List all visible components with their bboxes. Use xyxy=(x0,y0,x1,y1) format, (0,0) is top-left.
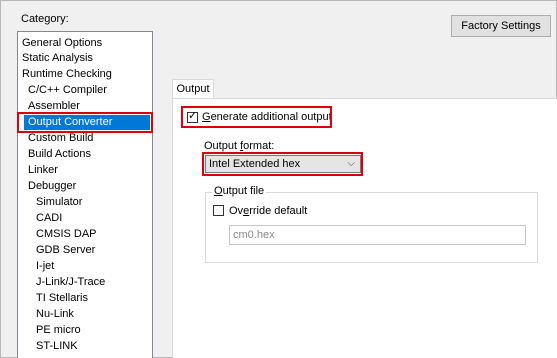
output-format-label: Output format: xyxy=(204,140,274,152)
override-text-b: rride default xyxy=(249,205,308,217)
category-item-linker[interactable]: Linker xyxy=(28,163,58,178)
category-item-build-actions[interactable]: Build Actions xyxy=(28,147,91,162)
category-item-runtime-checking[interactable]: Runtime Checking xyxy=(22,67,112,82)
category-label: Category: xyxy=(21,13,69,25)
category-item-nu-link[interactable]: Nu-Link xyxy=(36,307,74,322)
output-file-text: utput file xyxy=(222,185,265,197)
override-default-checkbox[interactable] xyxy=(213,205,224,216)
category-item-j-link-j-trace[interactable]: J-Link/J-Trace xyxy=(36,275,105,290)
category-item-simulator[interactable]: Simulator xyxy=(36,195,82,210)
output-file-mnemonic: O xyxy=(214,185,223,197)
output-file-input[interactable]: cm0.hex xyxy=(229,225,526,245)
category-item-gdb-server[interactable]: GDB Server xyxy=(36,243,95,258)
category-item-custom-build[interactable]: Custom Build xyxy=(28,131,93,146)
category-item-general-options[interactable]: General Options xyxy=(22,36,102,51)
category-item-ti-stellaris[interactable]: TI Stellaris xyxy=(36,291,88,306)
factory-settings-button[interactable]: Factory Settings xyxy=(451,15,551,37)
output-format-text-a: Output xyxy=(204,140,241,152)
output-format-highlight xyxy=(202,152,363,176)
category-item-static-analysis[interactable]: Static Analysis xyxy=(22,51,93,66)
generate-output-highlight xyxy=(181,106,332,128)
category-list[interactable]: General Options Static Analysis Runtime … xyxy=(17,31,153,358)
category-item-i-jet[interactable]: I-jet xyxy=(36,259,54,274)
category-item-cadi[interactable]: CADI xyxy=(36,211,62,226)
override-text-a: Ov xyxy=(229,205,244,217)
category-item-cmsis-dap[interactable]: CMSIS DAP xyxy=(36,227,97,242)
override-default-label[interactable]: Override default xyxy=(229,205,307,217)
output-file-legend: Output file xyxy=(212,185,267,197)
selected-category-highlight xyxy=(17,112,153,133)
category-item-c-cpp-compiler[interactable]: C/C++ Compiler xyxy=(28,83,107,98)
output-format-text-b: ormat: xyxy=(243,140,275,152)
tab-output[interactable]: Output xyxy=(172,79,214,99)
category-item-pe-micro[interactable]: PE micro xyxy=(36,323,81,338)
category-item-st-link[interactable]: ST-LINK xyxy=(36,339,78,354)
category-item-debugger[interactable]: Debugger xyxy=(28,179,76,194)
